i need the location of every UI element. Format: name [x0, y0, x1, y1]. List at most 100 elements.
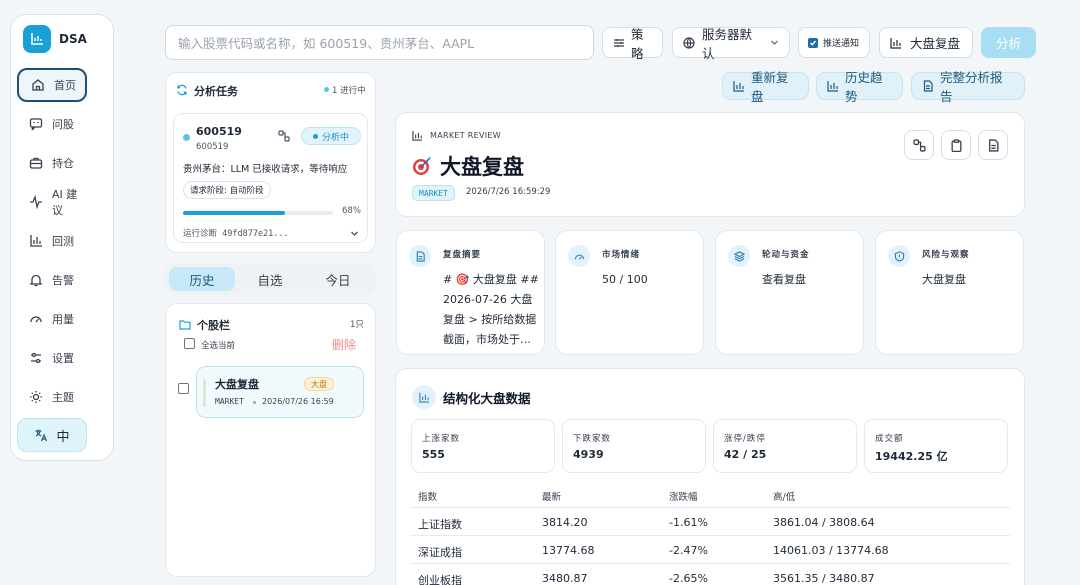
rerun-review-button[interactable]: 重新复盘 [722, 70, 809, 104]
stock-search-input[interactable]: 输入股票代码或名称，如 600519、贵州茅台、AAPL [165, 25, 594, 60]
server-select[interactable]: 服务器默认 [672, 27, 790, 61]
watchlist-count: 1只 [350, 320, 364, 330]
index-change: -2.47% [669, 544, 708, 557]
full-report-button[interactable]: 完整分析报告 [911, 70, 1025, 104]
item-badge: 大盘 [304, 377, 334, 391]
sidebar-item-usage[interactable]: 用量 [17, 302, 87, 336]
sidebar-item-settings[interactable]: 设置 [17, 341, 87, 375]
table-row: 深证成指 13774.68 -2.47% 14061.03 / 13774.68 [410, 535, 1010, 563]
gauge-icon [568, 245, 590, 267]
tab-history[interactable]: 历史 [169, 267, 235, 291]
full-report-label: 完整分析报告 [940, 70, 1003, 104]
settings-icon [29, 351, 43, 365]
market-review-button[interactable]: 大盘复盘 [879, 27, 973, 58]
analyze-button[interactable]: 分析 [981, 27, 1036, 58]
bar-chart-icon [827, 80, 839, 92]
index-name: 创业板指 [418, 574, 462, 585]
link-icon [912, 138, 926, 152]
bar-chart-icon [29, 234, 43, 248]
metric-label: 成交额 [875, 434, 904, 444]
item-checkbox[interactable] [178, 383, 189, 394]
bar-chart-icon [412, 385, 436, 409]
metric-value: 42 / 25 [724, 448, 767, 461]
language-toggle[interactable]: 中 [17, 418, 87, 452]
strategy-button[interactable]: 策略 [602, 27, 663, 61]
tab-watchlist[interactable]: 自选 [237, 267, 303, 291]
index-last: 3480.87 [542, 572, 588, 585]
run-diagnostics[interactable]: 运行诊断 49fd877e21... [183, 227, 289, 239]
chevron-down-icon[interactable] [350, 229, 359, 238]
running-dot [324, 87, 329, 92]
sentiment-card[interactable]: 市场情绪 50 / 100 [555, 230, 704, 355]
table-row: 创业板指 3480.87 -2.65% 3561.35 / 3480.87 [410, 563, 1010, 585]
sidebar-item-holdings[interactable]: 持仓 [17, 146, 87, 180]
gauge-icon [29, 312, 43, 326]
select-all-checkbox[interactable] [184, 338, 195, 349]
column-header: 指数 [418, 492, 438, 503]
sidebar-item-backtest[interactable]: 回测 [17, 224, 87, 258]
bar-chart-icon [890, 37, 902, 49]
document-icon [409, 245, 431, 267]
sidebar-item-label: 问股 [52, 118, 74, 131]
sidebar-item-theme[interactable]: 主题 [17, 380, 87, 414]
copy-button[interactable] [941, 130, 971, 160]
item-accent-bar [203, 379, 206, 407]
progress-fill [183, 211, 285, 215]
progress-track [183, 211, 333, 215]
chat-icon [29, 117, 43, 131]
sidebar-item-label: 告警 [52, 274, 74, 287]
stage-badge: 请求阶段: 自动阶段 [183, 181, 271, 199]
metric-decliners: 下跌家数 4939 [562, 419, 706, 473]
running-count: 1 进行中 [332, 86, 366, 96]
folder-icon [179, 319, 191, 330]
rotation-card[interactable]: 轮动与资金 查看复盘 [715, 230, 864, 355]
home-icon [31, 78, 45, 92]
refresh-icon [176, 84, 188, 96]
sidebar-item-alerts[interactable]: 告警 [17, 263, 87, 297]
sidebar-item-label: AI 建议 [52, 188, 78, 217]
push-notice-label: 推送通知 [823, 39, 860, 49]
link-icon[interactable] [278, 130, 290, 142]
index-high-low: 3861.04 / 3808.64 [773, 516, 875, 529]
metric-turnover: 成交额 19442.25 亿 [864, 419, 1008, 473]
progress-label: 68% [342, 206, 361, 216]
metric-limit: 涨停/跌停 42 / 25 [713, 419, 857, 473]
market-review-header: MARKET REVIEW 大盘复盘 MARKET 2026/7/26 16:5… [395, 112, 1025, 217]
task-sub-code: 600519 [196, 142, 229, 152]
tab-today[interactable]: 今日 [305, 267, 371, 291]
item-date: 2026/07/26 16:59 [262, 397, 334, 406]
task-item[interactable]: 600519 600519 分析中 贵州茅台：LLM 已接收请求，等待响应 请求… [173, 113, 368, 243]
watchlist-item[interactable]: 大盘复盘 大盘 MARKET 2026/07/26 16:59 [196, 366, 364, 418]
sidebar-item-home[interactable]: 首页 [17, 68, 87, 102]
push-checkbox[interactable] [808, 37, 818, 48]
risk-card[interactable]: 风险与观察 大盘复盘 [875, 230, 1024, 355]
item-market: MARKET [215, 397, 244, 406]
sidebar-item-ask[interactable]: 问股 [17, 107, 87, 141]
metric-value: 19442.25 亿 [875, 450, 948, 463]
sidebar-item-label: 设置 [52, 352, 74, 365]
metric-label: 下跌家数 [573, 434, 612, 444]
watchlist-panel: 个股栏 1只 全选当前 删除 大盘复盘 大盘 MARKET 2026/07/26… [165, 303, 376, 577]
card-label: 市场情绪 [602, 250, 641, 260]
bar-chart-icon [412, 130, 423, 141]
index-high-low: 14061.03 / 13774.68 [773, 544, 889, 557]
history-trend-button[interactable]: 历史趋势 [816, 70, 903, 104]
review-timestamp: 2026/7/26 16:59:29 [466, 187, 551, 197]
chevron-down-icon [770, 38, 779, 47]
card-label: 轮动与资金 [762, 250, 810, 260]
index-last: 3814.20 [542, 516, 588, 529]
card-label: 复盘摘要 [443, 250, 482, 260]
push-notice-toggle[interactable]: 推送通知 [798, 27, 870, 58]
watchlist-title: 个股栏 [197, 319, 230, 332]
delete-button[interactable]: 删除 [332, 336, 356, 353]
summary-card[interactable]: 复盘摘要 # 🎯 大盘复盘 ## 2026-07-26 大盘复盘 > 按所给数据… [396, 230, 545, 355]
column-header: 涨跌幅 [669, 492, 698, 503]
metric-advancers: 上涨家数 555 [411, 419, 555, 473]
link-button[interactable] [904, 130, 934, 160]
briefcase-icon [29, 156, 43, 170]
sidebar-item-ai-advice[interactable]: AI 建议 [17, 185, 87, 219]
report-button[interactable] [978, 130, 1008, 160]
metric-value: 4939 [573, 448, 604, 461]
index-name: 上证指数 [418, 518, 462, 531]
sidebar-item-label: 主题 [52, 391, 74, 404]
